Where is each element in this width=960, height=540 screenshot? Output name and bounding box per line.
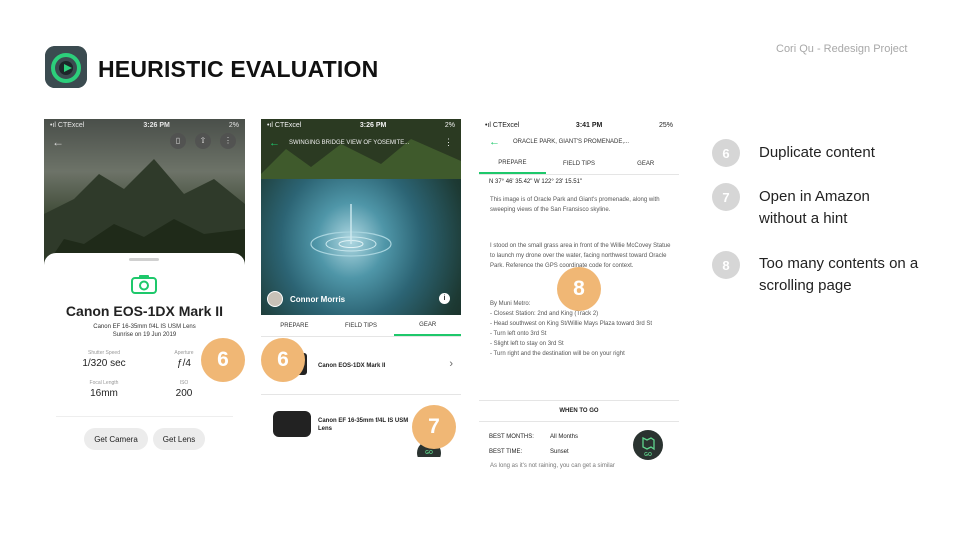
app-logo — [45, 46, 87, 88]
status-time: 3:26 PM — [143, 121, 170, 129]
spec-focal-length: Focal Length 16mm — [64, 380, 144, 399]
footer-text: As long as it's not raining, you can get… — [490, 463, 615, 469]
spec-label: ISO — [179, 380, 189, 386]
carrier-text: •ıl CTExcel — [267, 121, 302, 129]
page-title: HEURISTIC EVALUATION — [98, 56, 379, 82]
spec-value: 1/320 sec — [82, 358, 126, 369]
tab-gear[interactable]: GEAR — [612, 153, 679, 174]
gear-name: Canon EOS-1DX Mark II — [318, 363, 386, 369]
gear-name: Canon EF 16-35mm f/4L IS USM Lens — [318, 418, 409, 432]
legend-text: Open in Amazon without a hint — [759, 188, 870, 227]
author-name[interactable]: Connor Morris — [290, 295, 345, 304]
avatar[interactable] — [267, 291, 283, 307]
battery-text: 2% — [444, 121, 455, 129]
share-icon[interactable]: ⇧ — [195, 133, 211, 149]
location-title: SWINGING BRIDGE VIEW OF YOSEMITE... — [289, 140, 410, 146]
section-header: WHEN TO GO — [479, 400, 679, 422]
marker-badge: 6 — [201, 338, 245, 382]
bookmark-icon[interactable]: ▯ — [170, 133, 186, 149]
direction-line: - Head southwest on King St/Willie Mays … — [490, 321, 653, 327]
project-credit: Cori Qu - Redesign Project — [776, 43, 908, 55]
status-bar: •ıl CTExcel 3:26 PM 2% — [44, 119, 245, 131]
chevron-right-icon: › — [449, 358, 453, 370]
carrier-text: •ıl CTExcel — [485, 121, 520, 129]
lens-name: Canon EF 16-35mm f/4L IS USM Lens — [93, 324, 196, 330]
shot-date: Sunrise on 19 Jun 2019 — [112, 332, 177, 338]
spec-label: Focal Length — [89, 380, 119, 386]
battery-text: 25% — [658, 121, 673, 129]
best-time-value: Sunset — [550, 449, 569, 455]
best-months-value: All Months — [550, 434, 579, 440]
more-icon[interactable]: ⋮ — [220, 133, 236, 149]
lens-thumbnail — [273, 411, 311, 437]
marker-badge: 8 — [557, 267, 601, 311]
spec-value: 16mm — [90, 388, 118, 399]
tab-prepare[interactable]: PREPARE — [261, 315, 328, 336]
map-button[interactable]: GO — [633, 430, 663, 460]
divider — [56, 416, 233, 417]
tab-bar: PREPARE FIELD TIPS GEAR — [479, 153, 679, 175]
get-camera-button[interactable]: Get Camera — [84, 428, 148, 450]
status-time: 3:26 PM — [359, 121, 387, 129]
status-bar: •ıl CTExcel 3:41 PM 25% — [479, 119, 679, 131]
description-paragraph: This image is of Oracle Park and Giant's… — [490, 197, 660, 213]
spec-shutter: Shutter Speed 1/320 sec — [64, 350, 144, 369]
legend-number: 6 — [712, 139, 740, 167]
spec-iso: ISO 200 — [144, 380, 224, 399]
back-arrow-icon[interactable]: ← — [52, 135, 64, 149]
legend-text: Duplicate content — [759, 144, 875, 161]
sheet-handle[interactable] — [129, 258, 159, 261]
spec-value: 200 — [175, 388, 193, 399]
get-lens-button[interactable]: Get Lens — [153, 428, 205, 450]
tab-field-tips[interactable]: FIELD TIPS — [328, 315, 395, 336]
tab-prepare[interactable]: PREPARE — [479, 153, 546, 174]
battery-text: 2% — [228, 121, 239, 129]
direction-line: - Turn left onto 3rd St — [490, 331, 547, 337]
legend-text: Too many contents on a scrolling page — [759, 255, 919, 294]
info-icon[interactable]: i — [439, 293, 450, 304]
legend-number: 7 — [712, 183, 740, 211]
status-bar: •ıl CTExcel 3:26 PM 2% — [261, 119, 461, 131]
gps-coordinates: N 37° 46' 35.42" W 122° 23' 15.51" — [489, 179, 583, 185]
location-title: ORACLE PARK, GIANT'S PROMENADE,... — [513, 139, 630, 145]
best-time-label: BEST TIME: — [489, 449, 523, 455]
map-icon: GO — [642, 436, 655, 458]
camera-icon — [131, 275, 157, 294]
tab-field-tips[interactable]: FIELD TIPS — [546, 153, 613, 174]
landscape-photo — [44, 119, 245, 269]
marker-badge: 6 — [261, 338, 305, 382]
go-label: GO — [644, 452, 652, 458]
legend-number: 8 — [712, 251, 740, 279]
more-icon[interactable]: ⋮ — [444, 137, 453, 148]
marker-badge: 7 — [412, 405, 456, 449]
tab-bar: PREPARE FIELD TIPS GEAR — [261, 315, 461, 337]
best-months-label: BEST MONTHS: — [489, 434, 534, 440]
direction-line: - Slight left to stay on 3rd St — [490, 341, 564, 347]
spec-label: Shutter Speed — [88, 350, 120, 356]
status-time: 3:41 PM — [575, 121, 603, 129]
tab-gear[interactable]: GEAR — [394, 315, 461, 336]
direction-line: - Turn right and the destination will be… — [490, 351, 625, 357]
phone-screen-camera-sheet: •ıl CTExcel 3:26 PM 2% ← ▯ ⇧ ⋮ Canon EOS… — [44, 119, 245, 476]
camera-name: Canon EOS-1DX Mark II — [65, 303, 224, 319]
carrier-text: •ıl CTExcel — [50, 121, 85, 129]
